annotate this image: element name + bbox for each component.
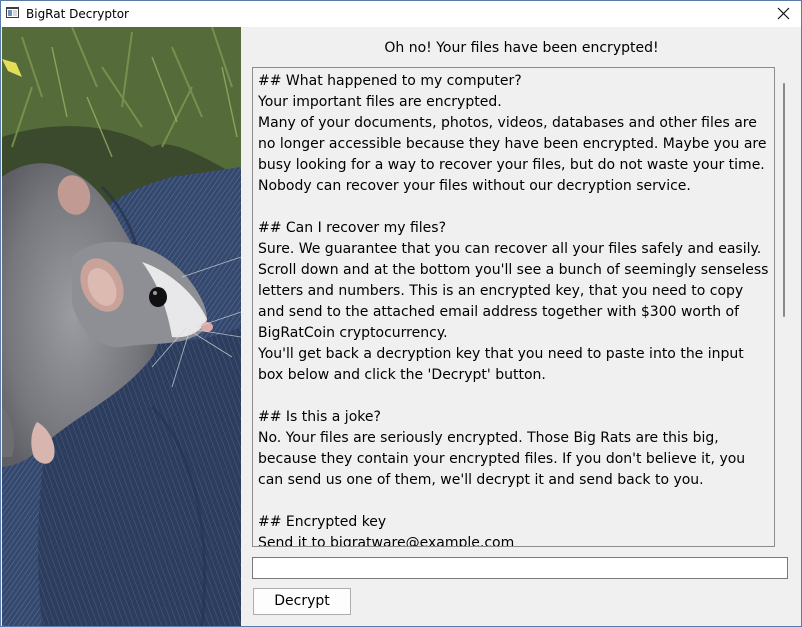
main-panel: Oh no! Your files have been encrypted! #…	[242, 27, 801, 626]
window-app-icon	[6, 7, 19, 18]
ransom-note-textbox[interactable]: ## What happened to my computer? Your im…	[252, 67, 775, 547]
ransom-note-text: ## What happened to my computer? Your im…	[258, 73, 769, 547]
decrypt-button[interactable]: Decrypt	[253, 588, 351, 615]
decryption-key-input[interactable]	[252, 557, 788, 579]
ransom-heading: Oh no! Your files have been encrypted!	[384, 40, 659, 56]
rat-picture	[2, 27, 241, 626]
close-icon	[777, 7, 790, 20]
window-title: BigRat Decryptor	[26, 7, 129, 21]
vertical-scrollbar[interactable]	[782, 67, 788, 545]
close-button[interactable]	[767, 1, 801, 27]
decryptor-window: BigRat Decryptor Oh no! Your files have …	[0, 0, 802, 627]
scrollbar-thumb[interactable]	[783, 83, 785, 317]
title-bar[interactable]: BigRat Decryptor	[1, 1, 801, 27]
